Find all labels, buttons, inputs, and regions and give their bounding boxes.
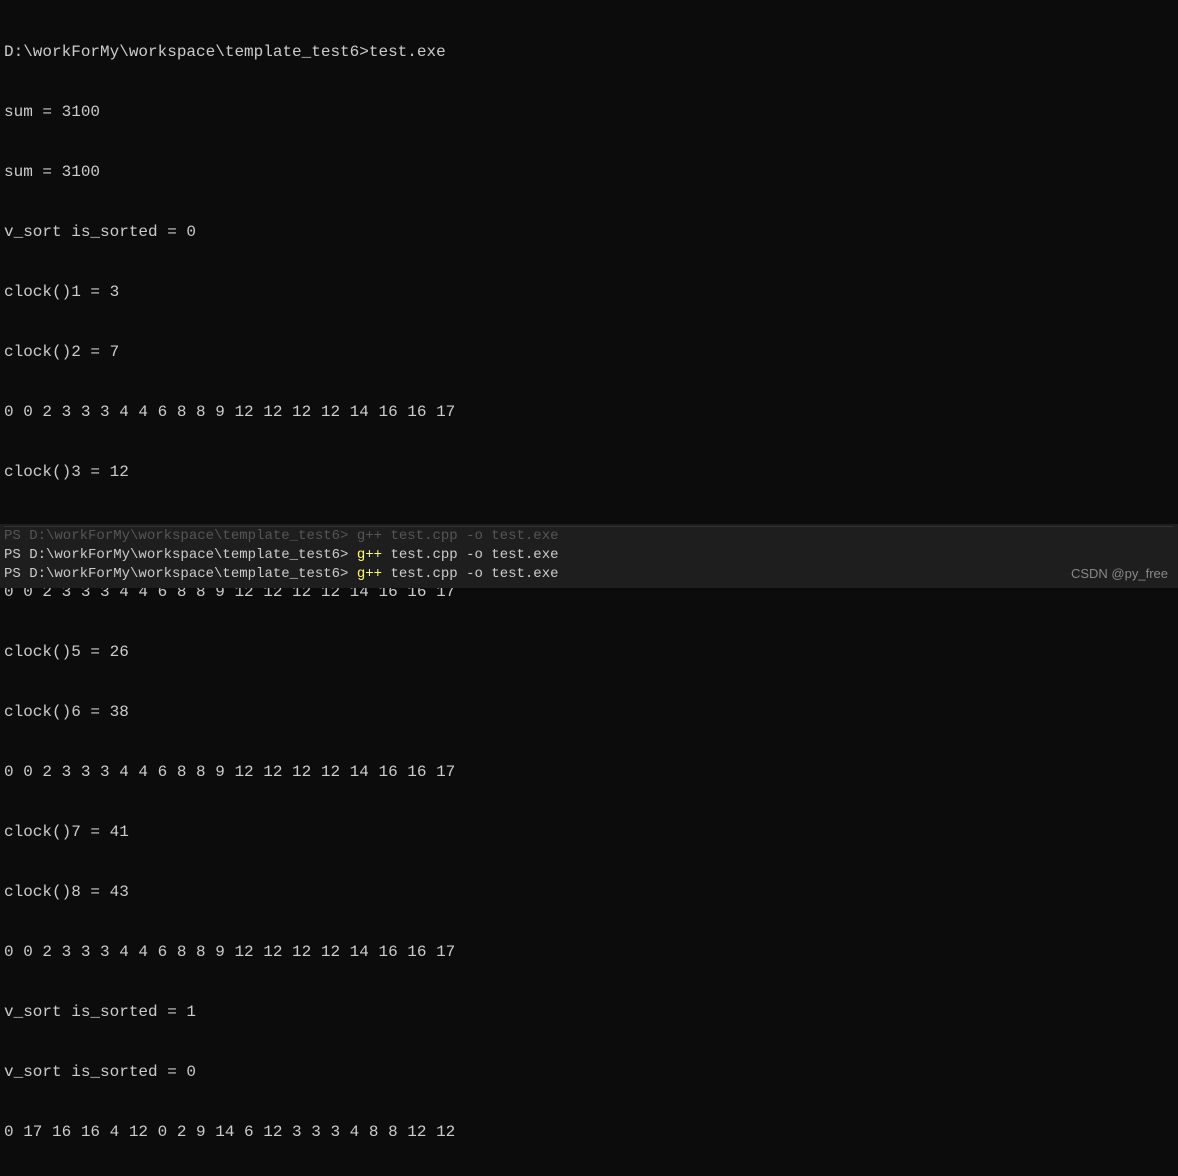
output-line: sum = 3100 [4,162,1174,182]
watermark: CSDN @py_free [1071,566,1168,582]
output-line: clock()2 = 7 [4,342,1174,362]
output-line: clock()5 = 26 [4,642,1174,662]
terminal-output[interactable]: D:\workForMy\workspace\template_test6>te… [0,0,1178,1176]
output-line: 0 0 2 3 3 3 4 4 6 8 8 9 12 12 12 12 14 1… [4,402,1174,422]
command-args: test.cpp -o test.exe [382,547,558,563]
dimmed-history-line: PS D:\workForMy\workspace\template_test6… [4,527,1174,546]
ps-prompt: PS D:\workForMy\workspace\template_test6… [4,547,357,563]
command-gpp: g++ [357,566,382,582]
powershell-line: PS D:\workForMy\workspace\template_test6… [4,546,1174,565]
output-line: 0 0 2 3 3 3 4 4 6 8 8 9 12 12 12 12 14 1… [4,762,1174,782]
output-line: clock()3 = 12 [4,462,1174,482]
output-line: clock()6 = 38 [4,702,1174,722]
output-line: v_sort is_sorted = 0 [4,222,1174,242]
command-args: test.cpp -o test.exe [382,566,558,582]
output-line: 0 17 16 16 4 12 0 2 9 14 6 12 3 3 3 4 8 … [4,1122,1174,1142]
output-line: v_sort is_sorted = 0 [4,1062,1174,1082]
output-line: clock()7 = 41 [4,822,1174,842]
lower-terminal-panel[interactable]: PS D:\workForMy\workspace\template_test6… [0,524,1178,588]
output-line: clock()8 = 43 [4,882,1174,902]
powershell-line[interactable]: PS D:\workForMy\workspace\template_test6… [4,565,1174,584]
command-gpp: g++ [357,547,382,563]
output-line: D:\workForMy\workspace\template_test6>te… [4,42,1174,62]
output-line: clock()1 = 3 [4,282,1174,302]
output-line: 0 0 2 3 3 3 4 4 6 8 8 9 12 12 12 12 14 1… [4,942,1174,962]
ps-prompt: PS D:\workForMy\workspace\template_test6… [4,566,357,582]
output-line: v_sort is_sorted = 1 [4,1002,1174,1022]
output-line: sum = 3100 [4,102,1174,122]
